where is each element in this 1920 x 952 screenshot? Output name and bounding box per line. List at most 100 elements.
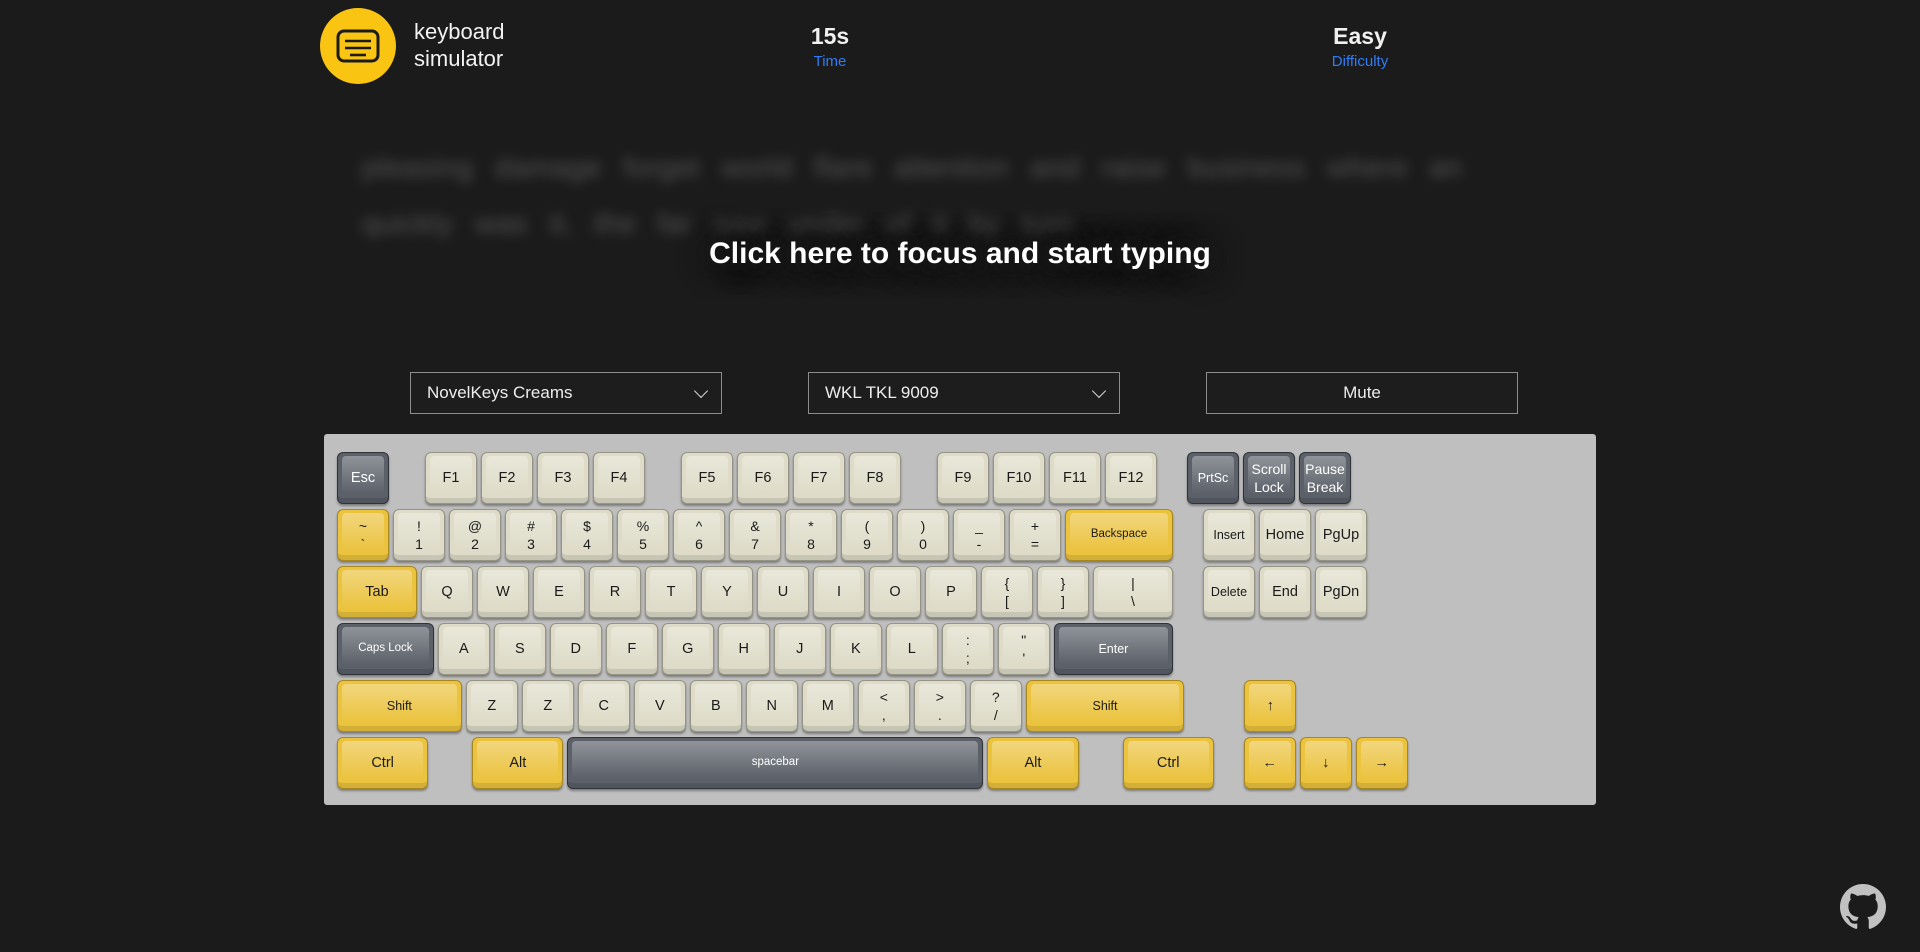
key-key-f[interactable]: F <box>605 623 658 675</box>
key-digit-3[interactable]: #3 <box>505 509 557 561</box>
key-tab[interactable]: Tab <box>337 566 417 618</box>
key-digit-4[interactable]: $4 <box>561 509 613 561</box>
key-key-w[interactable]: W <box>477 566 529 618</box>
key-alt-left[interactable]: Alt <box>472 737 564 789</box>
key-scroll-lock[interactable]: Scroll Lock <box>1243 452 1295 504</box>
mute-button[interactable]: Mute <box>1206 372 1518 414</box>
key-f10[interactable]: F10 <box>993 452 1045 504</box>
key-slash[interactable]: ? / <box>969 680 1022 732</box>
key-legend-shifted: _ <box>975 517 983 534</box>
key-backslash[interactable]: | \ <box>1093 566 1173 618</box>
key-ctrl-left[interactable]: Ctrl <box>337 737 429 789</box>
key-key-d[interactable]: D <box>549 623 602 675</box>
key-key-p[interactable]: P <box>925 566 977 618</box>
key-backspace[interactable]: Backspace <box>1065 509 1173 561</box>
key-f7[interactable]: F7 <box>793 452 845 504</box>
key-insert[interactable]: Insert <box>1203 509 1255 561</box>
key-legend: Alt <box>1024 754 1042 771</box>
typing-area[interactable]: pleasing damage forget world flare atten… <box>340 140 1580 320</box>
key-quote[interactable]: " ' <box>997 623 1050 675</box>
key-caps-lock[interactable]: Caps Lock <box>337 623 434 675</box>
key-key-l[interactable]: L <box>885 623 938 675</box>
key-digit-5[interactable]: % 5 <box>617 509 669 561</box>
github-icon[interactable] <box>1840 884 1886 930</box>
key-key-v[interactable]: V <box>633 680 686 732</box>
key-arrow-right[interactable]: → <box>1355 737 1408 789</box>
key-key-k[interactable]: K <box>829 623 882 675</box>
key-f2[interactable]: F2 <box>481 452 533 504</box>
key-digit-6[interactable]: ^ 6 <box>673 509 725 561</box>
key-pgdn[interactable]: PgDn <box>1315 566 1367 618</box>
key-key-q[interactable]: Q <box>421 566 473 618</box>
key-bracket-left[interactable]: {[ <box>981 566 1033 618</box>
key-key-z[interactable]: Z <box>465 680 518 732</box>
key-key-g[interactable]: G <box>661 623 714 675</box>
key-key-i[interactable]: I <box>813 566 865 618</box>
key-key-r[interactable]: R <box>589 566 641 618</box>
key-legend: F1 <box>442 469 460 486</box>
key-legend-shifted: ! <box>417 517 421 534</box>
chevron-down-icon <box>1091 383 1107 399</box>
key-shift-right[interactable]: Shift <box>1025 680 1185 732</box>
key-backtick[interactable]: ~ ` <box>337 509 389 561</box>
virtual-keyboard[interactable]: Esc F1 F2 F3 F4 F5 F6 F7 F8 F9 F10 F11 F12 PrtSc Scrol… <box>324 434 1596 805</box>
key-digit-9[interactable]: (9 <box>841 509 893 561</box>
key-key-c[interactable]: C <box>577 680 630 732</box>
key-digit-2[interactable]: @2 <box>449 509 501 561</box>
key-f6[interactable]: F6 <box>737 452 789 504</box>
key-arrow-up[interactable]: ↑ <box>1244 680 1297 732</box>
key-digit-0[interactable]: ) 0 <box>897 509 949 561</box>
key-legend: ← <box>1262 754 1278 771</box>
key-key-a[interactable]: A <box>437 623 490 675</box>
key-f4[interactable]: F4 <box>593 452 645 504</box>
key-key-y[interactable]: Y <box>701 566 753 618</box>
key-arrow-left[interactable]: ← <box>1243 737 1296 789</box>
key-esc[interactable]: Esc <box>337 452 389 504</box>
key-bracket-right[interactable]: }] <box>1037 566 1089 618</box>
key-pgup[interactable]: PgUp <box>1315 509 1367 561</box>
key-key-u[interactable]: U <box>757 566 809 618</box>
key-legend-shifted: + <box>1030 517 1040 534</box>
switch-select[interactable]: NovelKeys Creams <box>410 372 722 414</box>
keycap-select[interactable]: WKL TKL 9009 <box>808 372 1120 414</box>
key-f9[interactable]: F9 <box>937 452 989 504</box>
key-semicolon[interactable]: :; <box>941 623 994 675</box>
key-minus[interactable]: _ - <box>953 509 1005 561</box>
key-arrow-down[interactable]: ↓ <box>1299 737 1352 789</box>
key-key-x[interactable]: Z <box>521 680 574 732</box>
key-pause-break[interactable]: Pause Break <box>1299 452 1351 504</box>
key-digit-7[interactable]: & 7 <box>729 509 781 561</box>
key-f3[interactable]: F3 <box>537 452 589 504</box>
key-ctrl-right[interactable]: Ctrl <box>1122 737 1214 789</box>
key-key-m[interactable]: M <box>801 680 854 732</box>
key-key-s[interactable]: S <box>493 623 546 675</box>
key-end[interactable]: End <box>1259 566 1311 618</box>
key-key-h[interactable]: H <box>717 623 770 675</box>
key-key-j[interactable]: J <box>773 623 826 675</box>
key-equals[interactable]: + = <box>1009 509 1061 561</box>
key-digit-8[interactable]: * 8 <box>785 509 837 561</box>
key-key-e[interactable]: E <box>533 566 585 618</box>
key-alt-right[interactable]: Alt <box>987 737 1079 789</box>
key-key-t[interactable]: T <box>645 566 697 618</box>
key-prtsc[interactable]: PrtSc <box>1187 452 1239 504</box>
key-key-o[interactable]: O <box>869 566 921 618</box>
key-legend: ; <box>965 650 970 666</box>
focus-overlay[interactable]: Click here to focus and start typing <box>340 140 1580 320</box>
key-f8[interactable]: F8 <box>849 452 901 504</box>
key-comma[interactable]: <, <box>857 680 910 732</box>
key-period[interactable]: >. <box>913 680 966 732</box>
key-delete[interactable]: Delete <box>1203 566 1255 618</box>
key-enter[interactable]: Enter <box>1053 623 1173 675</box>
key-f5[interactable]: F5 <box>681 452 733 504</box>
key-key-n[interactable]: N <box>745 680 798 732</box>
key-f11[interactable]: F11 <box>1049 452 1101 504</box>
key-f1[interactable]: F1 <box>425 452 477 504</box>
key-legend: ' <box>1022 650 1026 666</box>
key-key-b[interactable]: B <box>689 680 742 732</box>
key-digit-1[interactable]: ! 1 <box>393 509 445 561</box>
key-spacebar[interactable]: spacebar <box>567 737 984 789</box>
key-home[interactable]: Home <box>1259 509 1311 561</box>
key-f12[interactable]: F12 <box>1105 452 1157 504</box>
key-shift-left[interactable]: Shift <box>337 680 462 732</box>
